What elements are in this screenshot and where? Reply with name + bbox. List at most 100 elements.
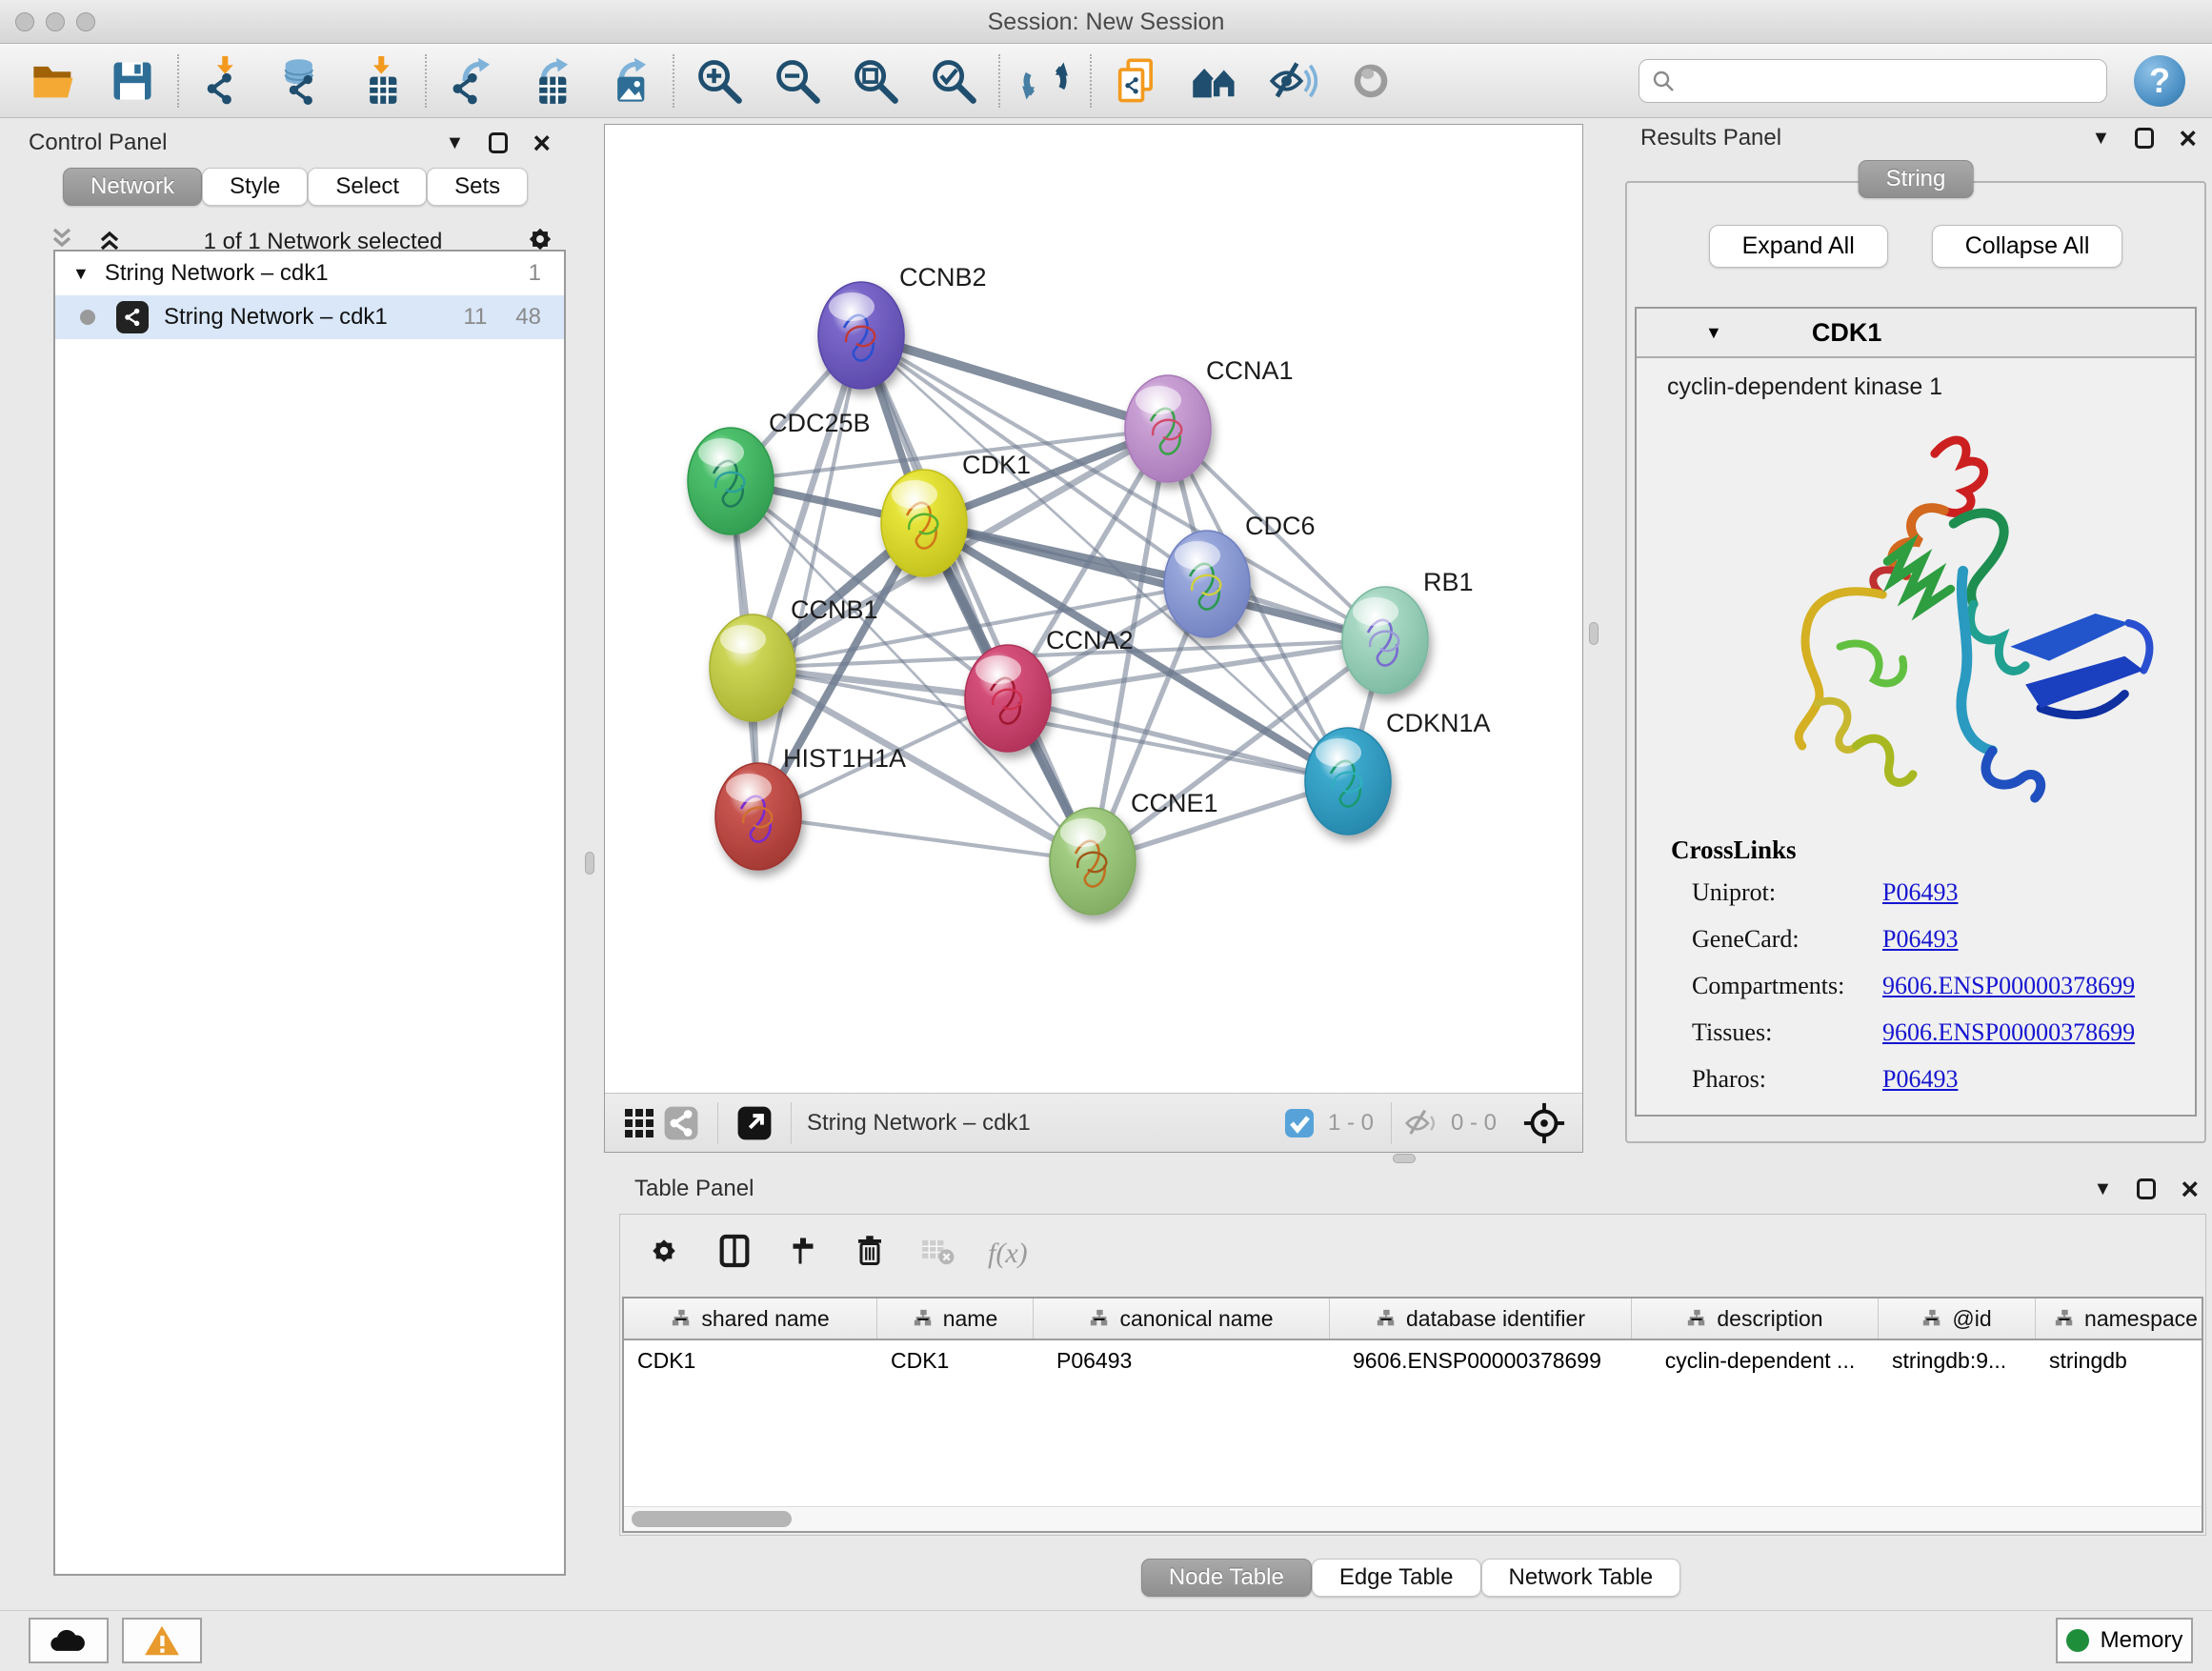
hidden-eye-icon[interactable] bbox=[1399, 1102, 1441, 1144]
import-database-icon[interactable] bbox=[274, 53, 330, 109]
table-panel-close-icon[interactable]: × bbox=[2181, 1174, 2199, 1204]
node-CCNB1[interactable]: CCNB1 bbox=[710, 595, 878, 721]
tab-node-table[interactable]: Node Table bbox=[1141, 1559, 1312, 1597]
collection-expander-icon[interactable]: ▼ bbox=[72, 264, 90, 284]
table-cell[interactable]: CDK1 bbox=[624, 1340, 877, 1380]
table-cell[interactable]: CDK1 bbox=[877, 1340, 1034, 1380]
cloud-status-button[interactable] bbox=[29, 1618, 109, 1663]
collection-row[interactable]: ▼ String Network – cdk1 1 bbox=[55, 252, 564, 295]
crosslink-link[interactable]: P06493 bbox=[1882, 878, 1958, 907]
duplicate-pages-icon[interactable] bbox=[1109, 53, 1164, 109]
eye-slash-icon[interactable] bbox=[1265, 53, 1320, 109]
gene-section-header[interactable]: ▼ CDK1 bbox=[1637, 309, 2195, 358]
table-panel-collapse-icon[interactable]: ▼ bbox=[2094, 1179, 2113, 1198]
node-RB1[interactable]: RB1 bbox=[1342, 568, 1474, 694]
show-columns-icon[interactable] bbox=[715, 1232, 754, 1275]
gray-ring-icon[interactable] bbox=[1343, 53, 1398, 109]
expand-all-button[interactable]: Expand All bbox=[1709, 225, 1888, 268]
zoom-out-icon[interactable] bbox=[770, 53, 825, 109]
table-cell[interactable]: stringdb:9... bbox=[1879, 1340, 2036, 1380]
search-box[interactable] bbox=[1639, 59, 2107, 103]
horizontal-splitter-handle[interactable] bbox=[1393, 1154, 1416, 1163]
node-label-HIST1H1A: HIST1H1A bbox=[783, 744, 906, 773]
node-CCNA2[interactable]: CCNA2 bbox=[965, 626, 1134, 752]
network-row[interactable]: String Network – cdk1 11 48 bbox=[55, 295, 564, 339]
results-panel-close-icon[interactable]: × bbox=[2179, 123, 2197, 153]
selected-checkbox-icon[interactable] bbox=[1280, 1104, 1318, 1142]
node-table[interactable]: shared namenamecanonical name database id… bbox=[622, 1297, 2203, 1533]
zoom-selected-icon[interactable] bbox=[926, 53, 981, 109]
tab-select[interactable]: Select bbox=[308, 168, 427, 206]
crosslink-link[interactable]: 9606.ENSP00000378699 bbox=[1882, 972, 2135, 1000]
node-HIST1H1A[interactable]: HIST1H1A bbox=[715, 744, 906, 870]
column-header-label: database identifier bbox=[1406, 1306, 1585, 1332]
column-header-shared-name[interactable]: shared name bbox=[624, 1299, 877, 1339]
table-row[interactable]: CDK1CDK1P064939606.ENSP00000378699cyclin… bbox=[624, 1340, 2202, 1380]
network-share-icon[interactable] bbox=[660, 1102, 702, 1144]
node-CCNE1[interactable]: CCNE1 bbox=[1050, 789, 1218, 915]
grid-view-icon[interactable] bbox=[618, 1102, 660, 1144]
search-icon bbox=[1651, 69, 1676, 93]
node-CDKN1A[interactable]: CDKN1A bbox=[1305, 709, 1491, 835]
export-table-icon[interactable] bbox=[522, 53, 577, 109]
results-panel-collapse-icon[interactable]: ▼ bbox=[2092, 129, 2111, 148]
table-cell[interactable]: P06493 bbox=[1034, 1340, 1330, 1380]
network-node-count: 11 bbox=[463, 304, 487, 331]
table-cell[interactable]: 9606.ENSP00000378699 bbox=[1330, 1340, 1632, 1380]
birdseye-crosshair-icon[interactable] bbox=[1519, 1098, 1569, 1148]
tab-network[interactable]: Network bbox=[63, 168, 202, 206]
edge-HIST1H1A-CCNE1[interactable] bbox=[758, 816, 1093, 861]
save-icon[interactable] bbox=[105, 53, 160, 109]
table-horizontal-scrollbar[interactable] bbox=[624, 1506, 2202, 1531]
tab-string[interactable]: String bbox=[1859, 160, 1974, 198]
table-cell[interactable]: cyclin-dependent ... bbox=[1632, 1340, 1879, 1380]
open-external-icon[interactable] bbox=[734, 1102, 775, 1144]
table-options-gear-icon[interactable] bbox=[645, 1232, 683, 1275]
column-header-label: @id bbox=[1952, 1306, 1991, 1332]
network-canvas[interactable]: CCNB2 CCNA1 CDC25B CDK1 CDC6 RB1 CCNB1 C… bbox=[605, 125, 1582, 1093]
import-network-icon[interactable] bbox=[196, 53, 251, 109]
column-header-name[interactable]: name bbox=[877, 1299, 1034, 1339]
column-header-namespace[interactable]: namespace bbox=[2036, 1299, 2203, 1339]
results-panel-float-icon[interactable] bbox=[2135, 128, 2154, 149]
right-splitter-handle[interactable] bbox=[1589, 622, 1599, 645]
warning-status-button[interactable] bbox=[122, 1618, 202, 1663]
left-splitter-handle[interactable] bbox=[585, 852, 594, 875]
import-table-icon[interactable] bbox=[352, 53, 408, 109]
control-panel-close-icon[interactable]: × bbox=[533, 128, 551, 158]
column-header--id[interactable]: @id bbox=[1879, 1299, 2036, 1339]
collapse-all-button[interactable]: Collapse All bbox=[1932, 225, 2123, 268]
gene-section-expander-icon[interactable]: ▼ bbox=[1705, 323, 1722, 343]
crosslink-link[interactable]: P06493 bbox=[1882, 925, 1958, 954]
edge-CCNB2-CCNA1[interactable] bbox=[861, 335, 1168, 429]
tab-network-table[interactable]: Network Table bbox=[1481, 1559, 1681, 1597]
table-panel-float-icon[interactable] bbox=[2137, 1178, 2156, 1199]
search-input[interactable] bbox=[1685, 68, 2095, 94]
node-CDC25B[interactable]: CDC25B bbox=[688, 409, 871, 534]
help-button[interactable]: ? bbox=[2134, 55, 2185, 107]
column-header-canonical-name[interactable]: canonical name bbox=[1034, 1299, 1330, 1339]
zoom-fit-icon[interactable] bbox=[848, 53, 903, 109]
zoom-in-icon[interactable] bbox=[692, 53, 747, 109]
tab-edge-table[interactable]: Edge Table bbox=[1312, 1559, 1481, 1597]
table-panel-title: Table Panel bbox=[634, 1176, 754, 1202]
export-network-icon[interactable] bbox=[444, 53, 499, 109]
column-header-database-identifier[interactable]: database identifier bbox=[1330, 1299, 1632, 1339]
tab-style[interactable]: Style bbox=[202, 168, 308, 206]
houses-icon[interactable] bbox=[1187, 53, 1242, 109]
crosslink-link[interactable]: P06493 bbox=[1882, 1065, 1958, 1094]
export-image-icon[interactable] bbox=[600, 53, 655, 109]
table-cell[interactable]: stringdb bbox=[2036, 1340, 2203, 1380]
open-folder-icon[interactable] bbox=[27, 53, 82, 109]
control-panel-float-icon[interactable] bbox=[489, 132, 508, 153]
delete-column-trash-icon[interactable] bbox=[853, 1234, 887, 1273]
refresh-icon[interactable] bbox=[1017, 53, 1073, 109]
scrollbar-thumb[interactable] bbox=[632, 1511, 792, 1527]
memory-button[interactable]: Memory bbox=[2056, 1618, 2193, 1663]
column-header-description[interactable]: description bbox=[1632, 1299, 1879, 1339]
tab-sets[interactable]: Sets bbox=[427, 168, 528, 206]
crosslink-link[interactable]: 9606.ENSP00000378699 bbox=[1882, 1018, 2135, 1047]
control-panel-collapse-icon[interactable]: ▼ bbox=[446, 133, 465, 152]
create-column-icon[interactable] bbox=[786, 1234, 820, 1273]
node-CCNA1[interactable]: CCNA1 bbox=[1125, 356, 1294, 482]
